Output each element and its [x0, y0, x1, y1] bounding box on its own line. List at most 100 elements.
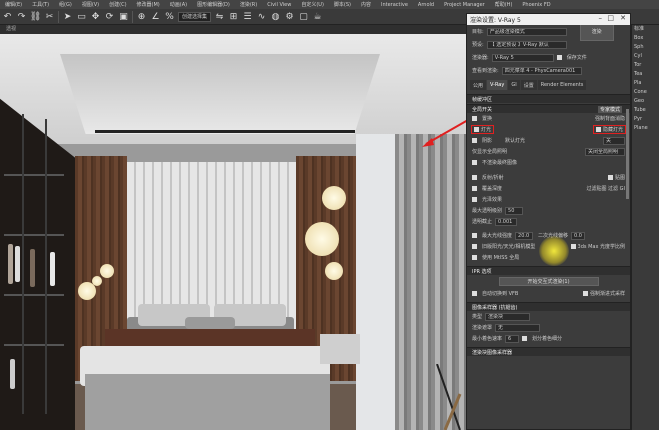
- ipr-start-button[interactable]: 开始交互式渲染(1): [498, 277, 599, 286]
- command-panel-item[interactable]: Cone: [632, 88, 659, 97]
- override-depth-checkbox[interactable]: [472, 186, 477, 191]
- lights-checkbox-highlight[interactable]: 灯光: [470, 125, 495, 134]
- gloss-checkbox[interactable]: [472, 197, 477, 202]
- menu-animation[interactable]: 动画(A): [165, 1, 192, 8]
- command-panel-item[interactable]: Tube: [632, 106, 659, 115]
- perspective-viewport[interactable]: [0, 34, 470, 430]
- mode-button[interactable]: 专家模式: [597, 105, 622, 113]
- tab-common[interactable]: 公用: [470, 80, 487, 90]
- select-region-icon[interactable]: ▭: [76, 11, 87, 22]
- menu-scripting[interactable]: 脚本(S): [329, 1, 356, 8]
- close-icon[interactable]: ✕: [620, 14, 626, 22]
- align-icon[interactable]: ⊞: [228, 11, 239, 22]
- unlink-icon[interactable]: ✂: [44, 11, 55, 22]
- transp-cutoff-input[interactable]: 0.001: [495, 217, 518, 226]
- force-progressive-checkbox[interactable]: [582, 291, 588, 296]
- bucket-sampler-rollout[interactable]: 渲染块图像采样器: [467, 347, 630, 356]
- max-transp-input[interactable]: 50: [505, 206, 524, 215]
- dialog-scrollbar[interactable]: [626, 109, 629, 199]
- tab-gi[interactable]: GI: [508, 80, 520, 90]
- displacement-checkbox[interactable]: [472, 116, 477, 121]
- command-panel-item[interactable]: Pla: [632, 79, 659, 88]
- target-dropdown[interactable]: 产品级渲染模式: [486, 27, 567, 36]
- percent-snap-icon[interactable]: %: [164, 11, 175, 22]
- menu-project-manager[interactable]: Project Manager: [439, 2, 490, 8]
- secondary-bias-input[interactable]: 0.0: [571, 231, 586, 240]
- angle-snap-icon[interactable]: ∠: [150, 11, 161, 22]
- menu-interactive[interactable]: Interactive: [376, 2, 413, 8]
- command-panel-item[interactable]: Box: [632, 34, 659, 43]
- minimize-icon[interactable]: –: [599, 14, 603, 22]
- menu-tools[interactable]: 工具(T): [27, 1, 54, 8]
- menu-help[interactable]: 帮助(H): [490, 1, 518, 8]
- hidden-lights-checkbox[interactable]: [595, 127, 601, 132]
- image-sampler-rollout[interactable]: 图像采样器 (抗锯齿): [467, 302, 630, 311]
- only-gi-dropdown[interactable]: 关闭全局照明: [585, 147, 625, 156]
- material-editor-icon[interactable]: ◍: [270, 11, 281, 22]
- menu-view[interactable]: 视图(V): [77, 1, 104, 8]
- selection-set-dropdown[interactable]: 创建选择集: [178, 11, 212, 22]
- render-icon[interactable]: ☕: [312, 11, 323, 22]
- reflection-checkbox[interactable]: [472, 175, 477, 180]
- frame-buffer-rollout[interactable]: 帧缓冲区: [467, 94, 630, 103]
- mirror-icon[interactable]: ⇋: [214, 11, 225, 22]
- preset-dropdown[interactable]: 【 选定预设 】V-Ray 默认: [486, 40, 567, 49]
- link-icon[interactable]: ⛓: [30, 11, 41, 22]
- save-file-checkbox[interactable]: [556, 55, 562, 60]
- menu-content[interactable]: 内容: [356, 1, 376, 8]
- tab-settings[interactable]: 设置: [520, 80, 537, 90]
- rotate-icon[interactable]: ⟳: [104, 11, 115, 22]
- mtlss-checkbox[interactable]: [472, 255, 477, 260]
- ipr-options-rollout[interactable]: IPR 选项: [467, 266, 630, 275]
- snap-icon[interactable]: ⊕: [136, 11, 147, 22]
- divide-shading-checkbox[interactable]: [522, 336, 528, 341]
- photometric-checkbox[interactable]: [570, 244, 576, 249]
- maximize-icon[interactable]: □: [607, 14, 614, 22]
- renderer-dropdown[interactable]: V-Ray 5: [491, 53, 554, 62]
- menu-customize[interactable]: 自定义(U): [296, 1, 329, 8]
- command-panel-item[interactable]: Cyl: [632, 52, 659, 61]
- max-ray-input[interactable]: 20.0: [515, 231, 534, 240]
- menu-modifiers[interactable]: 修改器(M): [132, 1, 165, 8]
- render-button[interactable]: 渲染: [579, 22, 614, 41]
- undo-icon[interactable]: ↶: [2, 11, 13, 22]
- view-dropdown[interactable]: 四元菜单 4 - PhysCamera001: [501, 66, 582, 75]
- command-panel-item[interactable]: 标准: [632, 25, 659, 34]
- maps-checkbox[interactable]: [607, 175, 613, 180]
- menu-graph-editors[interactable]: 图形编辑器(D): [192, 1, 235, 8]
- type-dropdown[interactable]: 渲染块: [485, 312, 531, 321]
- redo-icon[interactable]: ↷: [16, 11, 27, 22]
- select-icon[interactable]: ➤: [62, 11, 73, 22]
- command-panel-item[interactable]: Pyr: [632, 115, 659, 124]
- menu-phoenix[interactable]: Phoenix FD: [517, 2, 555, 8]
- menu-group[interactable]: 组(G): [54, 1, 77, 8]
- lights-checkbox[interactable]: [474, 127, 479, 132]
- curve-editor-icon[interactable]: ∿: [256, 11, 267, 22]
- shadows-checkbox[interactable]: [472, 138, 477, 143]
- render-frame-icon[interactable]: ▢: [298, 11, 309, 22]
- command-panel-item[interactable]: Plane: [632, 124, 659, 133]
- command-panel-item[interactable]: Tea: [632, 70, 659, 79]
- global-switches-rollout[interactable]: 全局开关 专家模式: [467, 104, 630, 113]
- hidden-lights-highlight[interactable]: 隐藏灯光: [592, 125, 627, 134]
- render-setup-icon[interactable]: ⚙: [284, 11, 295, 22]
- menu-arnold[interactable]: Arnold: [413, 2, 439, 8]
- min-shading-input[interactable]: 6: [505, 334, 520, 343]
- no-render-final-checkbox[interactable]: [472, 160, 477, 165]
- move-icon[interactable]: ✥: [90, 11, 101, 22]
- menu-create[interactable]: 创建(C): [104, 1, 131, 8]
- command-panel-item[interactable]: Geo: [632, 97, 659, 106]
- max-ray-checkbox[interactable]: [472, 233, 477, 238]
- default-lights-dropdown[interactable]: 关: [603, 136, 625, 145]
- tab-vray[interactable]: V-Ray: [487, 80, 508, 90]
- sync-vfb-checkbox[interactable]: [472, 291, 477, 296]
- legacy-checkbox[interactable]: [472, 244, 477, 249]
- layer-icon[interactable]: ☰: [242, 11, 253, 22]
- menu-rendering[interactable]: 渲染(R): [235, 1, 262, 8]
- scale-icon[interactable]: ▣: [118, 11, 129, 22]
- render-mask-dropdown[interactable]: 无: [495, 323, 541, 332]
- menu-edit[interactable]: 编辑(E): [0, 1, 27, 8]
- tab-render-elements[interactable]: Render Elements: [537, 80, 587, 90]
- menu-civil-view[interactable]: Civil View: [262, 2, 296, 8]
- command-panel-item[interactable]: Sph: [632, 43, 659, 52]
